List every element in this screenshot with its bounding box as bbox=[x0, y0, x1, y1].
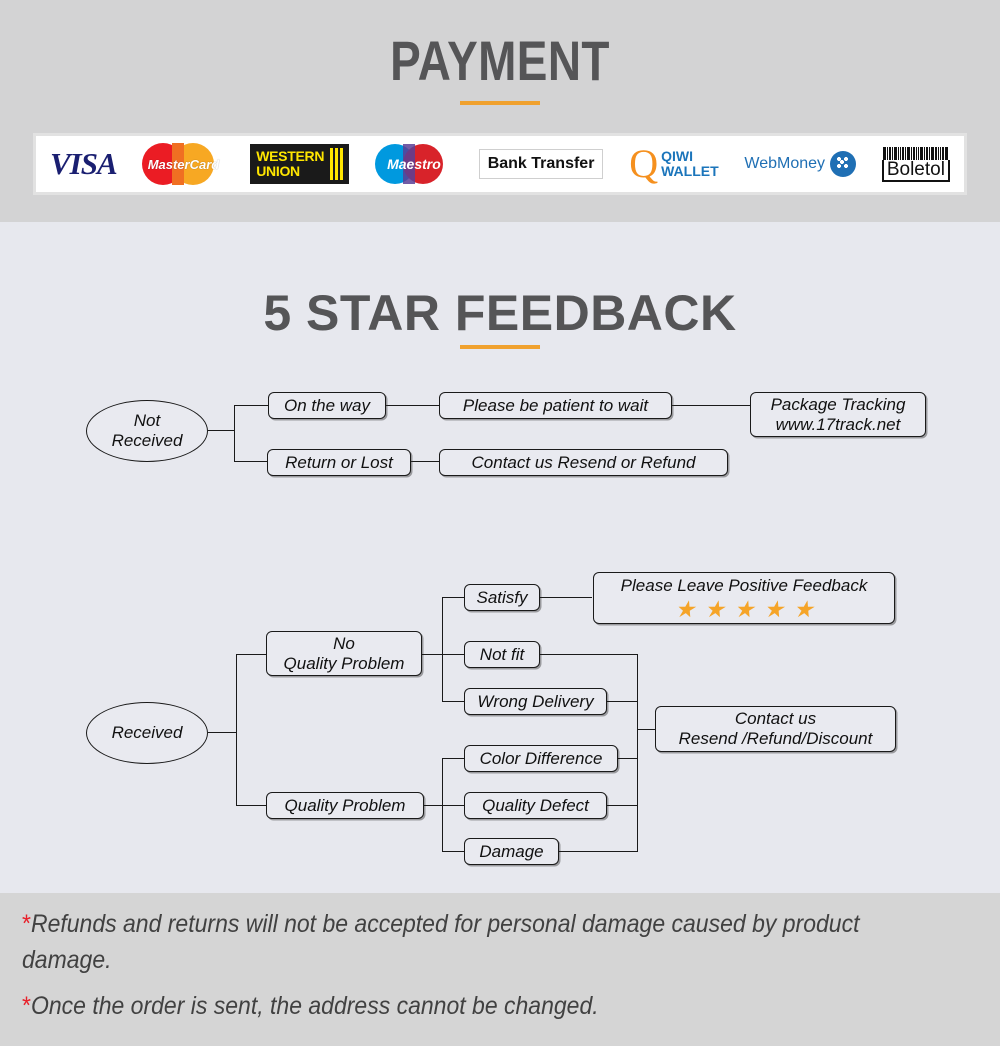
flow2-rail-from-wrongdelivery bbox=[607, 701, 638, 703]
flow2-connector-noproblem-out bbox=[422, 654, 442, 656]
webmoney-globe-icon bbox=[830, 151, 857, 177]
flow1-node-please-be-patient: Please be patient to wait bbox=[439, 392, 672, 419]
flow2-connector-root bbox=[208, 732, 236, 734]
payment-logo-maestro: Maestro bbox=[374, 144, 453, 184]
visa-wordmark: VISA bbox=[50, 146, 118, 181]
flow1-connector-bottom bbox=[234, 461, 268, 463]
qiwi-wordmark: QIWI WALLET bbox=[661, 148, 719, 179]
flow2-node-wrong-delivery: Wrong Delivery bbox=[464, 688, 607, 715]
flow2-rail-from-qualitydefect bbox=[607, 805, 638, 807]
note-text-1: Refunds and returns will not be accepted… bbox=[22, 910, 860, 974]
flow2-node-not-fit: Not fit bbox=[464, 641, 540, 668]
payment-section-title: PAYMENT bbox=[390, 29, 610, 92]
flow2-node-no-quality-problem: No Quality Problem bbox=[266, 631, 422, 676]
flow2-connector-problem-out bbox=[424, 805, 442, 807]
flow2-connector-wrongdelivery bbox=[442, 701, 464, 703]
barcode-icon bbox=[882, 146, 949, 160]
note-item-2: *Once the order is sent, the address can… bbox=[22, 988, 951, 1024]
flow1-connector-top bbox=[234, 405, 268, 407]
note-item-1: *Refunds and returns will not be accepte… bbox=[22, 906, 951, 978]
flow2-connector-rail-contact bbox=[637, 729, 655, 731]
flow2-connector-to-problem bbox=[236, 805, 266, 807]
flow2-connector-colordiff bbox=[442, 758, 464, 760]
feedback-title-underline bbox=[460, 345, 540, 349]
flow2-node-quality-problem: Quality Problem bbox=[266, 792, 424, 819]
five-star-rating: ★ ★ ★ ★ ★ bbox=[674, 598, 813, 621]
webmoney-wordmark: WebMoney bbox=[744, 155, 826, 172]
payment-logo-mastercard: MasterCard bbox=[142, 143, 224, 185]
flow1-node-on-the-way: On the way bbox=[268, 392, 386, 419]
flow2-root-received: Received bbox=[86, 702, 208, 764]
flow1-connector-ontheway-wait bbox=[385, 405, 439, 407]
payment-logo-western-union: WESTERN UNION bbox=[250, 144, 350, 184]
promo-page: PAYMENT VISA MasterCard WESTERN UNION Ma… bbox=[0, 0, 1000, 1046]
flow2-rail-from-notfit bbox=[540, 654, 638, 656]
flow1-root-not-received: Not Received bbox=[86, 400, 208, 462]
flow2-connector-qualitydefect bbox=[442, 805, 464, 807]
western-union-wordmark: WESTERN UNION bbox=[256, 148, 325, 179]
boleto-wordmark: Boletol bbox=[881, 159, 950, 182]
maestro-wordmark: Maestro bbox=[387, 156, 441, 172]
payment-logo-visa: VISA bbox=[50, 146, 118, 182]
payment-logo-bank-transfer: Bank Transfer bbox=[478, 149, 604, 179]
payment-logo-boleto: Boletol bbox=[881, 146, 950, 182]
flow1-connector-root bbox=[208, 430, 234, 432]
payment-methods-bar: VISA MasterCard WESTERN UNION Maestro Ba… bbox=[33, 133, 967, 195]
positive-feedback-text: Please Leave Positive Feedback bbox=[620, 576, 868, 595]
feedback-section-title: 5 STAR FEEDBACK bbox=[263, 285, 737, 341]
flow2-node-positive-feedback: Please Leave Positive Feedback ★ ★ ★ ★ ★ bbox=[593, 572, 895, 624]
flow2-connector-spine bbox=[236, 654, 238, 806]
flow1-connector-spine bbox=[234, 405, 236, 462]
flow2-rail-from-colordiff bbox=[618, 758, 638, 760]
flow2-connector-noproblem-spine bbox=[442, 597, 444, 701]
star-icon-1: ★ bbox=[674, 596, 696, 622]
flow2-node-contact-resend-refund-discount: Contact us Resend /Refund/Discount bbox=[655, 706, 896, 752]
flow2-connector-to-no-problem bbox=[236, 654, 266, 656]
mastercard-wordmark: MasterCard bbox=[147, 156, 220, 172]
flow2-node-damage: Damage bbox=[464, 838, 559, 865]
flow1-node-return-or-lost: Return or Lost bbox=[267, 449, 411, 476]
flow2-connector-satisfy-positive bbox=[540, 597, 592, 599]
flow2-connector-notfit bbox=[442, 654, 464, 656]
mastercard-icon: MasterCard bbox=[142, 143, 224, 185]
flow1-node-contact-resend-refund: Contact us Resend or Refund bbox=[439, 449, 728, 476]
flow1-connector-wait-tracking bbox=[671, 405, 751, 407]
flow2-node-satisfy: Satisfy bbox=[464, 584, 540, 611]
maestro-icon: Maestro bbox=[374, 144, 453, 184]
note-asterisk-2: * bbox=[22, 992, 31, 1020]
western-union-bars-icon bbox=[328, 148, 344, 180]
flow2-rail-from-damage bbox=[559, 851, 638, 853]
payment-title-underline bbox=[460, 101, 540, 105]
star-icon-3: ★ bbox=[733, 596, 755, 622]
qiwi-q-icon: Q bbox=[629, 141, 659, 186]
flow2-merge-rail bbox=[637, 654, 639, 852]
payment-logo-qiwi-wallet: Q QIWI WALLET bbox=[629, 141, 719, 186]
flow1-connector-return-contact bbox=[410, 461, 440, 463]
note-asterisk-1: * bbox=[22, 910, 31, 938]
payment-logo-webmoney: WebMoney bbox=[744, 151, 857, 177]
note-text-2: Once the order is sent, the address cann… bbox=[30, 992, 599, 1020]
flow2-connector-damage bbox=[442, 851, 464, 853]
star-icon-2: ★ bbox=[704, 596, 725, 622]
flow2-connector-satisfy bbox=[442, 597, 464, 599]
flow1-node-package-tracking: Package Tracking www.17track.net bbox=[750, 392, 926, 437]
star-icon-5: ★ bbox=[792, 596, 814, 622]
flow2-node-color-difference: Color Difference bbox=[464, 745, 618, 772]
bank-transfer-wordmark: Bank Transfer bbox=[478, 149, 604, 179]
star-icon-4: ★ bbox=[763, 596, 784, 622]
flow2-node-quality-defect: Quality Defect bbox=[464, 792, 607, 819]
